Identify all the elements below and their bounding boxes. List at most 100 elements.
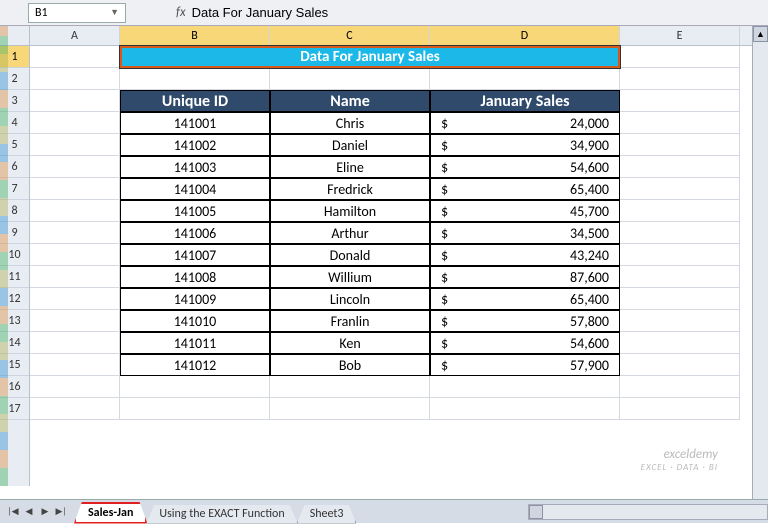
column-header[interactable]: E [620, 26, 740, 45]
name-box-dropdown-icon[interactable]: ▼ [110, 7, 119, 18]
cell[interactable] [620, 200, 740, 222]
cell[interactable] [620, 398, 740, 420]
fx-icon[interactable]: fx [176, 5, 186, 20]
cell[interactable] [620, 112, 740, 134]
cell[interactable] [620, 310, 740, 332]
cell[interactable] [620, 244, 740, 266]
cell[interactable] [30, 244, 120, 266]
cell-name[interactable]: Franlin [270, 310, 430, 332]
cell-sales[interactable]: $54,600 [430, 156, 620, 178]
cell[interactable] [30, 310, 120, 332]
cell-name[interactable]: Arthur [270, 222, 430, 244]
cell-name[interactable]: Lincoln [270, 288, 430, 310]
cell[interactable] [30, 354, 120, 376]
cell-unique-id[interactable]: 141012 [120, 354, 270, 376]
cell[interactable] [620, 68, 740, 90]
cell[interactable] [270, 376, 430, 398]
horizontal-scrollbar[interactable] [528, 504, 768, 520]
column-header[interactable]: C [270, 26, 430, 45]
column-header[interactable]: B [120, 26, 270, 45]
cell-unique-id[interactable]: 141001 [120, 112, 270, 134]
cell[interactable] [620, 376, 740, 398]
cell[interactable] [620, 222, 740, 244]
cell-unique-id[interactable]: 141007 [120, 244, 270, 266]
cell-name[interactable]: Hamilton [270, 200, 430, 222]
cell[interactable] [620, 156, 740, 178]
merged-title-cell[interactable]: Data For January Sales [120, 46, 620, 68]
name-box[interactable]: B1 ▼ [28, 3, 126, 23]
cell-unique-id[interactable]: 141006 [120, 222, 270, 244]
scroll-left-button[interactable] [529, 505, 543, 519]
cell[interactable] [620, 288, 740, 310]
cell-sales[interactable]: $65,400 [430, 178, 620, 200]
header-name[interactable]: Name [270, 90, 430, 112]
column-header[interactable]: A [30, 26, 120, 45]
cell-unique-id[interactable]: 141005 [120, 200, 270, 222]
cell-unique-id[interactable]: 141002 [120, 134, 270, 156]
cell[interactable] [30, 134, 120, 156]
cell[interactable] [120, 68, 270, 90]
cell[interactable] [620, 90, 740, 112]
cell[interactable] [30, 46, 120, 68]
cell[interactable] [30, 90, 120, 112]
cell-sales[interactable]: $34,500 [430, 222, 620, 244]
sheet-tab[interactable]: Using the EXACT Function [146, 505, 297, 524]
cell[interactable] [30, 178, 120, 200]
cell-area[interactable]: Data For January Sales Unique IDNameJanu… [30, 46, 768, 420]
cell-unique-id[interactable]: 141003 [120, 156, 270, 178]
cell[interactable] [30, 200, 120, 222]
tab-nav-first-icon[interactable]: |◀ [6, 505, 20, 519]
cell-sales[interactable]: $43,240 [430, 244, 620, 266]
cell-name[interactable]: Fredrick [270, 178, 430, 200]
sheet-tab[interactable]: Sheet3 [297, 505, 357, 524]
cell-unique-id[interactable]: 141009 [120, 288, 270, 310]
cell[interactable] [620, 332, 740, 354]
cell-name[interactable]: Ken [270, 332, 430, 354]
cell[interactable] [620, 46, 740, 68]
cell[interactable] [30, 222, 120, 244]
cell[interactable] [430, 398, 620, 420]
formula-input[interactable] [192, 5, 592, 20]
cell[interactable] [30, 376, 120, 398]
cell-sales[interactable]: $45,700 [430, 200, 620, 222]
cell-sales[interactable]: $34,900 [430, 134, 620, 156]
cell[interactable] [30, 68, 120, 90]
spreadsheet-grid[interactable]: 1234567891011121314151617 ABCDE Data For… [0, 26, 768, 486]
cell[interactable] [430, 376, 620, 398]
cell[interactable] [30, 156, 120, 178]
cell-sales[interactable]: $57,800 [430, 310, 620, 332]
cell-sales[interactable]: $24,000 [430, 112, 620, 134]
cell[interactable] [30, 112, 120, 134]
header-unique-id[interactable]: Unique ID [120, 90, 270, 112]
cell-name[interactable]: Daniel [270, 134, 430, 156]
cell-unique-id[interactable]: 141004 [120, 178, 270, 200]
cell[interactable] [620, 266, 740, 288]
scroll-up-icon[interactable]: ▲ [753, 26, 768, 42]
cell-name[interactable]: Willium [270, 266, 430, 288]
cell[interactable] [430, 68, 620, 90]
cell[interactable] [30, 266, 120, 288]
column-header[interactable]: D [430, 26, 620, 45]
tab-nav-prev-icon[interactable]: ◀ [22, 505, 36, 519]
cell[interactable] [30, 398, 120, 420]
tab-nav-next-icon[interactable]: ▶ [38, 505, 52, 519]
cell-unique-id[interactable]: 141011 [120, 332, 270, 354]
cell[interactable] [620, 134, 740, 156]
cell-unique-id[interactable]: 141008 [120, 266, 270, 288]
cell[interactable] [270, 398, 430, 420]
cell[interactable] [120, 376, 270, 398]
cell-name[interactable]: Chris [270, 112, 430, 134]
cell-sales[interactable]: $65,400 [430, 288, 620, 310]
cell-sales[interactable]: $57,900 [430, 354, 620, 376]
cell-name[interactable]: Bob [270, 354, 430, 376]
sheet-tab[interactable]: Sales-Jan [74, 502, 147, 524]
header-january-sales[interactable]: January Sales [430, 90, 620, 112]
cell[interactable] [620, 354, 740, 376]
cell[interactable] [120, 398, 270, 420]
cell[interactable] [30, 332, 120, 354]
cell[interactable] [30, 288, 120, 310]
cell-name[interactable]: Donald [270, 244, 430, 266]
cell-name[interactable]: Eline [270, 156, 430, 178]
vertical-scrollbar[interactable]: ▲ [752, 26, 768, 499]
cell-unique-id[interactable]: 141010 [120, 310, 270, 332]
